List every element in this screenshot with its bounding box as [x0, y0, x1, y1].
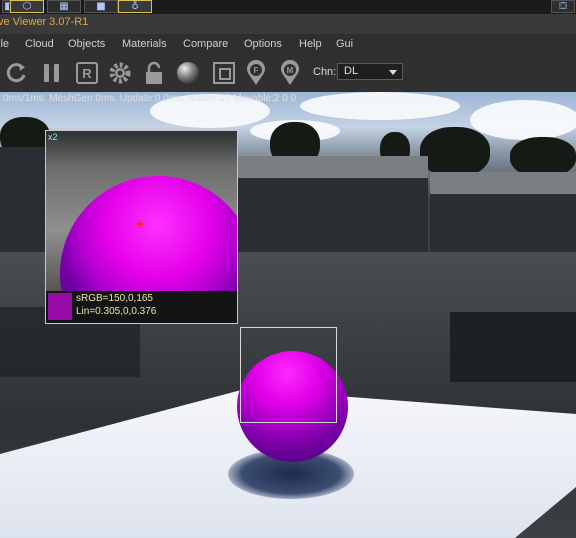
menu-compare[interactable]: Compare [183, 38, 228, 50]
lock-button[interactable] [141, 60, 167, 86]
channel-dropdown[interactable]: DL [337, 63, 403, 80]
taskbar-button-4[interactable]: ■ [84, 0, 118, 13]
taskbar-strip: ◧ ⬡ ▦ ■ ♁ ⛋ [0, 0, 576, 14]
refresh-button[interactable] [4, 60, 30, 86]
chevron-down-icon [389, 70, 397, 75]
material-pin-button[interactable]: M [277, 60, 303, 86]
material-pin-icon: M [281, 60, 299, 85]
crop-icon [213, 62, 235, 84]
taskbar-button-2[interactable]: ⬡ [10, 0, 44, 13]
refresh-icon [6, 63, 26, 83]
grid-icon: ▦ [59, 1, 69, 12]
menu-cloud[interactable]: Cloud [25, 38, 54, 50]
pixel-info-bar: sRGB=150,0,165 Lin=0.305,0,0.376 [46, 291, 237, 323]
menu-bar: ile Cloud Objects Materials Compare Opti… [0, 35, 576, 56]
pause-button[interactable] [39, 60, 65, 86]
taskbar-button-5[interactable]: ♁ [118, 0, 152, 13]
settings-button[interactable] [107, 60, 133, 86]
zoom-selection-box[interactable] [240, 327, 337, 423]
material-sphere-icon [177, 62, 199, 84]
menu-file[interactable]: ile [0, 38, 9, 50]
render-viewer-window: ◧ ⬡ ▦ ■ ♁ ⛋ ve Viewer 3.07-R1 ile Cloud … [0, 0, 576, 538]
menu-materials[interactable]: Materials [122, 38, 167, 50]
focus-pin-button[interactable]: F [243, 60, 269, 86]
svg-text:F: F [254, 66, 259, 75]
menu-gui[interactable]: Gui [336, 38, 353, 50]
linear-value: Lin=0.305,0,0.376 [76, 306, 157, 317]
lock-icon [146, 61, 162, 84]
gear-icon [109, 62, 131, 84]
camera-icon: ■ [96, 1, 106, 12]
toolbar: R F M Chn: DL [0, 56, 576, 92]
taskbar-button-3[interactable]: ▦ [47, 0, 81, 13]
pause-icon [44, 64, 59, 82]
region-button[interactable]: R [74, 60, 100, 86]
color-swatch [48, 293, 72, 320]
region-icon: R [76, 62, 98, 84]
cube-icon: ⬡ [22, 1, 32, 12]
title-bar: ve Viewer 3.07-R1 [0, 14, 576, 35]
taskbar-button-6[interactable]: ⛋ [551, 0, 575, 13]
srgb-value: sRGB=150,0,165 [76, 293, 153, 304]
focus-pin-icon: F [247, 60, 265, 85]
tray-icon: ⛋ [559, 1, 567, 12]
menu-objects[interactable]: Objects [68, 38, 105, 50]
menu-options[interactable]: Options [244, 38, 282, 50]
channel-label: Chn: [313, 66, 337, 78]
crosshair-icon [136, 220, 144, 228]
bulb-icon: ♁ [131, 1, 139, 12]
crop-button[interactable] [211, 60, 237, 86]
render-stats: ):0ms/1ms. MeshGen:0ms. Update:0.0ms. No… [0, 93, 297, 104]
channel-value: DL [344, 65, 359, 77]
zoom-level-label: x2 [48, 132, 58, 142]
svg-text:R: R [82, 66, 92, 81]
window-title: ve Viewer 3.07-R1 [0, 16, 89, 28]
svg-text:M: M [287, 66, 294, 75]
render-viewport[interactable]: ):0ms/1ms. MeshGen:0ms. Update:0.0ms. No… [0, 92, 576, 538]
menu-help[interactable]: Help [299, 38, 322, 50]
zoom-inspector-panel: x2 sRGB=150,0,165 Lin=0.305,0,0.376 [45, 130, 238, 324]
material-sphere-button[interactable] [175, 60, 201, 86]
